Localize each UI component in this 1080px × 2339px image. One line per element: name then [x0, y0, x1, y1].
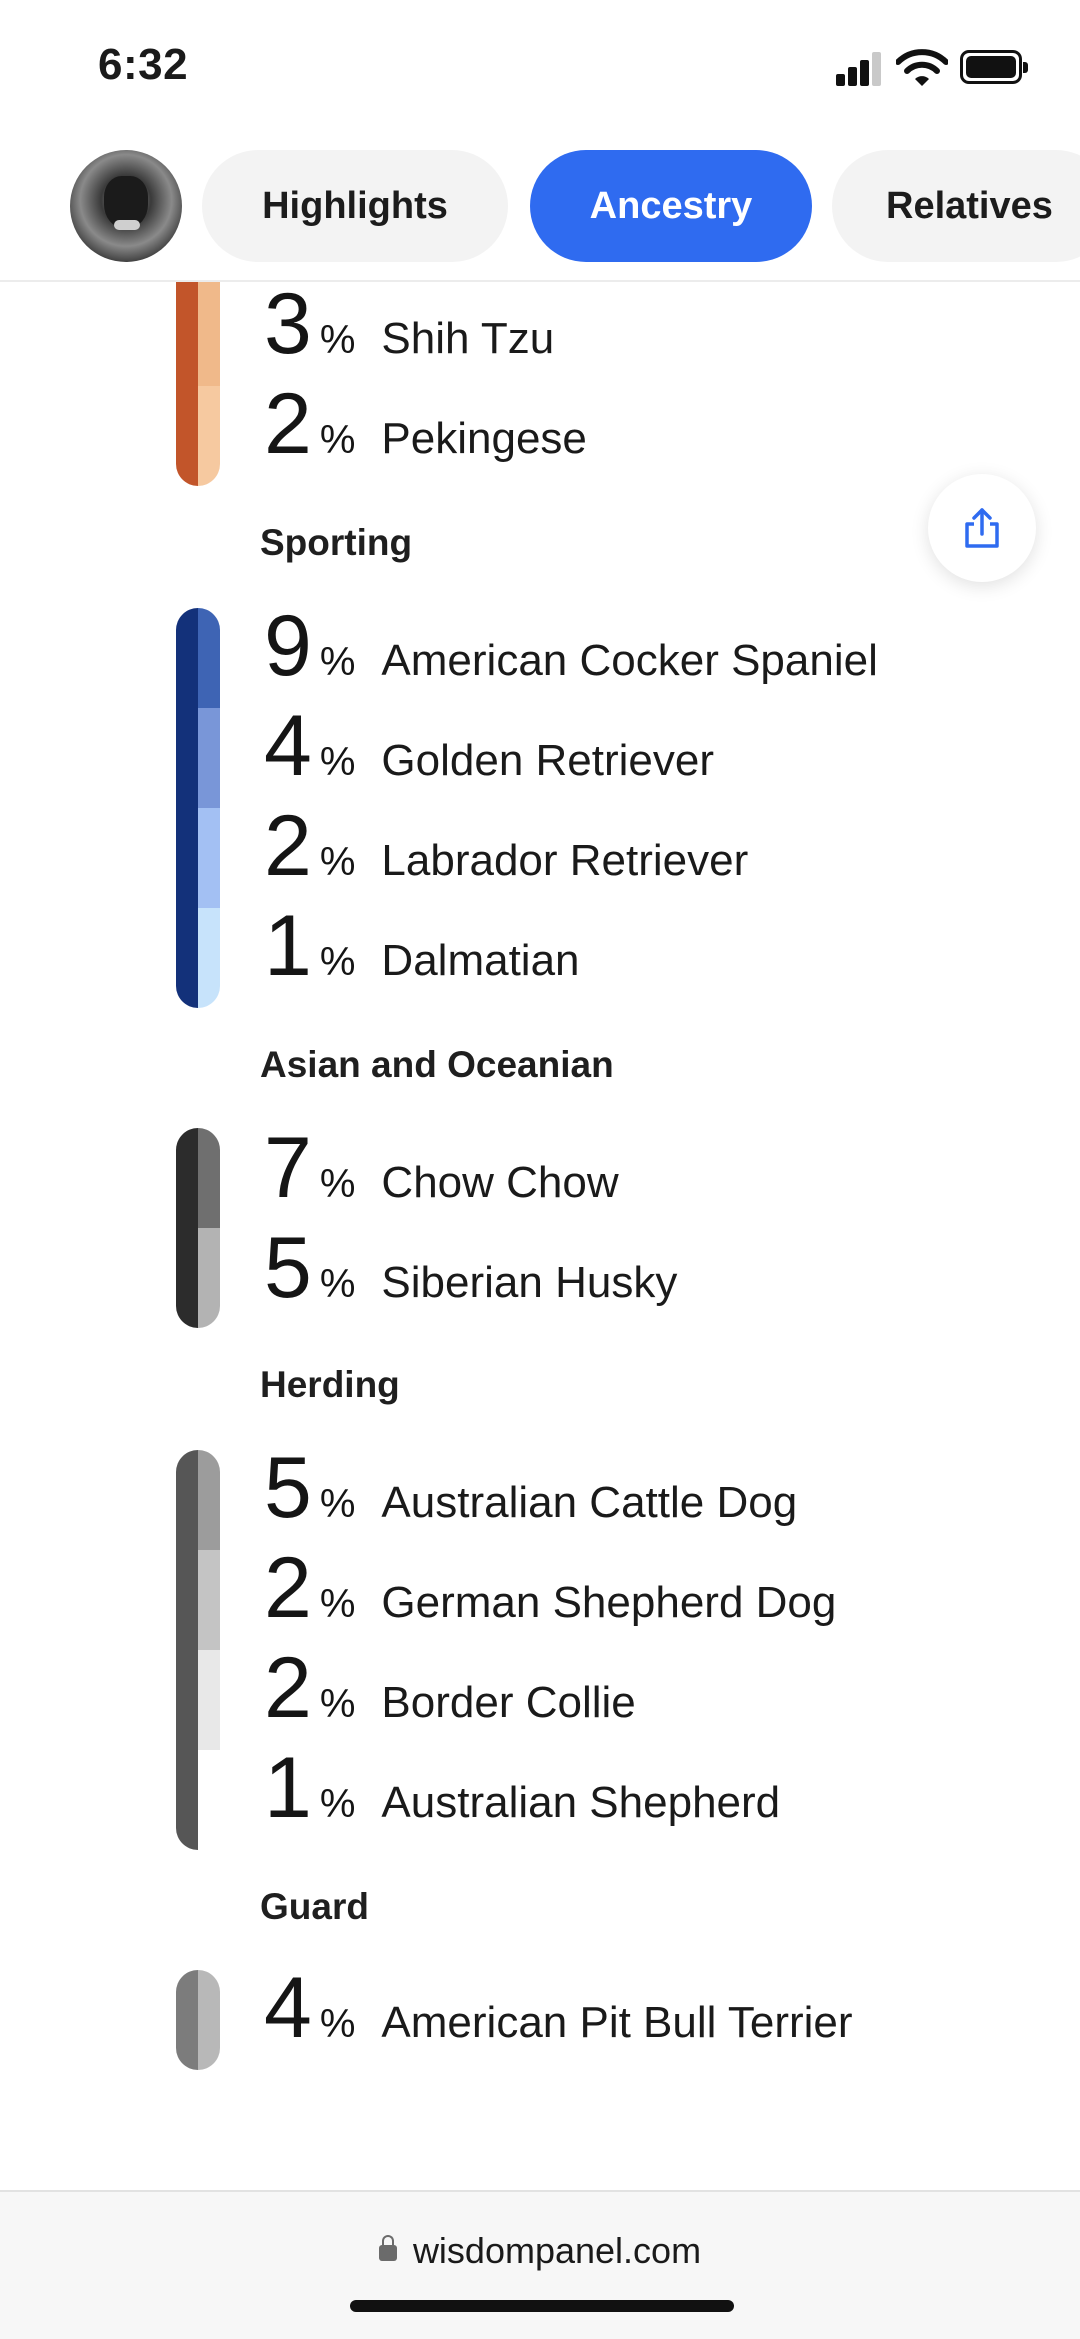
breed-percent: 2 — [264, 1540, 312, 1636]
wifi-icon — [896, 49, 948, 86]
group-color-bar — [176, 1128, 220, 1328]
percent-sign: % — [319, 1782, 356, 1826]
status-bar: 6:32 — [0, 0, 1080, 140]
percent-sign: % — [319, 318, 356, 362]
breed-name: American Cocker Spaniel — [381, 636, 878, 685]
breed-row: 1 % Australian Shepherd — [264, 1738, 780, 1838]
group-heading: Guard — [260, 1886, 369, 1927]
breed-name: Labrador Retriever — [381, 836, 749, 885]
breed-row: 2 % Pekingese — [264, 374, 587, 474]
percent-sign: % — [319, 1482, 356, 1526]
percent-sign: % — [319, 1262, 356, 1306]
breed-row: 3 % Shih Tzu — [264, 282, 554, 374]
breed-percent: 4 — [264, 1960, 312, 2056]
breed-name: Dalmatian — [381, 936, 580, 985]
percent-sign: % — [319, 840, 356, 884]
share-button[interactable] — [928, 474, 1036, 582]
cellular-signal-icon — [836, 52, 882, 86]
url-display[interactable]: wisdompanel.com — [0, 2230, 1080, 2272]
breed-row: 2 % Border Collie — [264, 1638, 636, 1738]
percent-sign: % — [319, 740, 356, 784]
breed-percent: 1 — [264, 898, 312, 994]
group-heading: Sporting — [260, 522, 413, 563]
percent-sign: % — [319, 1682, 356, 1726]
group-color-bar — [176, 1450, 220, 1850]
percent-sign: % — [319, 418, 356, 462]
breed-row: 2 % Labrador Retriever — [264, 796, 748, 896]
breed-row: 7 % Chow Chow — [264, 1118, 619, 1218]
breed-name: German Shepherd Dog — [381, 1578, 837, 1627]
breed-percent: 9 — [264, 598, 312, 694]
lock-icon — [378, 2235, 397, 2261]
group-heading: Asian and Oceanian — [260, 1044, 614, 1085]
breed-row: 2 % German Shepherd Dog — [264, 1538, 836, 1638]
breed-percent: 1 — [264, 1740, 312, 1836]
breed-percent: 2 — [264, 376, 312, 472]
top-nav: Highlights Ancestry Relatives — [0, 140, 1080, 282]
breed-percent: 5 — [264, 1220, 312, 1316]
breed-name: Border Collie — [381, 1678, 636, 1727]
percent-sign: % — [319, 1162, 356, 1206]
breed-name: Australian Cattle Dog — [381, 1478, 798, 1527]
percent-sign: % — [319, 1582, 356, 1626]
browser-url-bar[interactable]: wisdompanel.com — [0, 2190, 1080, 2339]
breed-percent: 3 — [264, 282, 312, 372]
breed-percent: 2 — [264, 1640, 312, 1736]
breed-row: 5 % Australian Cattle Dog — [264, 1438, 797, 1538]
battery-icon — [960, 50, 1028, 84]
breed-name: American Pit Bull Terrier — [381, 1998, 853, 2047]
breed-row: 4 % Golden Retriever — [264, 696, 714, 796]
breed-percent: 7 — [264, 1120, 312, 1216]
breed-name: Siberian Husky — [381, 1258, 678, 1307]
percent-sign: % — [319, 640, 356, 684]
percent-sign: % — [319, 940, 356, 984]
ancestry-breakdown: 3 % Shih Tzu 2 % Pekingese Sporting 9 % … — [0, 282, 1080, 2190]
group-color-bar — [176, 282, 220, 486]
breed-name: Shih Tzu — [381, 314, 555, 363]
group-color-bar — [176, 1970, 220, 2070]
tab-relatives[interactable]: Relatives — [832, 150, 1080, 262]
dog-avatar[interactable] — [70, 150, 182, 262]
breed-row: 4 % American Pit Bull Terrier — [264, 1958, 853, 2058]
breed-row: 1 % Dalmatian — [264, 896, 580, 996]
breed-percent: 5 — [264, 1440, 312, 1536]
url-text: wisdompanel.com — [412, 2230, 702, 2271]
breed-name: Golden Retriever — [381, 736, 715, 785]
tab-ancestry[interactable]: Ancestry — [530, 150, 812, 262]
breed-name: Chow Chow — [381, 1158, 619, 1207]
breed-percent: 2 — [264, 798, 312, 894]
breed-row: 5 % Siberian Husky — [264, 1218, 677, 1318]
home-indicator[interactable] — [350, 2300, 734, 2312]
percent-sign: % — [319, 2002, 356, 2046]
share-icon — [965, 508, 999, 548]
breed-name: Australian Shepherd — [381, 1778, 781, 1827]
status-time: 6:32 — [98, 40, 189, 89]
breed-row: 9 % American Cocker Spaniel — [264, 596, 878, 696]
breed-percent: 4 — [264, 698, 312, 794]
group-heading: Herding — [260, 1364, 400, 1405]
tab-highlights[interactable]: Highlights — [202, 150, 508, 262]
group-color-bar — [176, 608, 220, 1008]
breed-name: Pekingese — [381, 414, 587, 463]
